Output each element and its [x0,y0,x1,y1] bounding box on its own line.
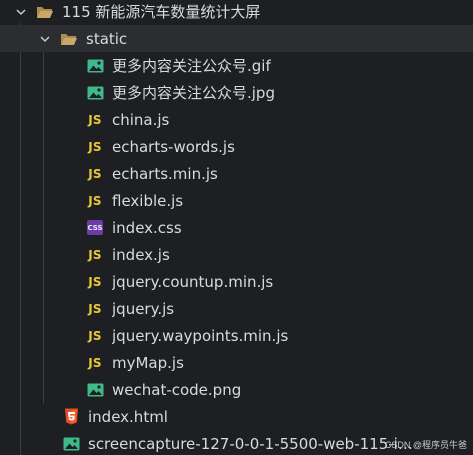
tree-item-label: screencapture-127-0-0-1-5500-web-115-ind… [88,434,420,453]
js-badge: JS [88,166,102,181]
tree-item-label: index.css [112,218,182,237]
tree-item-label: static [86,29,128,48]
tree-file[interactable]: JS jquery.waypoints.min.js [0,322,473,349]
image-icon [62,436,80,452]
tree-item-label: jquery.js [112,299,175,318]
js-icon: JS [86,328,104,344]
tree-folder-root[interactable]: 115 新能源汽车数量统计大屏 [0,0,473,25]
js-icon: JS [86,166,104,182]
tree-item-label: china.js [112,110,170,129]
js-icon: JS [86,355,104,371]
js-badge: JS [88,328,102,343]
js-badge: JS [88,274,102,289]
image-icon [86,382,104,398]
js-icon: JS [86,247,104,263]
tree-file[interactable]: wechat-code.png [0,376,473,403]
css-icon: CSS [86,220,104,236]
js-badge: JS [88,112,102,127]
file-explorer-tree: 115 新能源汽车数量统计大屏 static 更多内容关注公众号.gif 更多内… [0,0,473,455]
tree-item-label: wechat-code.png [112,380,242,399]
js-badge: JS [88,301,102,316]
tree-item-label: flexible.js [112,191,184,210]
tree-file[interactable]: JS echarts.min.js [0,160,473,187]
folder-open-icon [60,31,78,47]
tree-file[interactable]: JS myMap.js [0,349,473,376]
tree-file[interactable]: JS china.js [0,106,473,133]
folder-open-icon [36,4,54,20]
chevron-down-icon [14,5,28,19]
js-badge: JS [88,355,102,370]
tree-item-label: 115 新能源汽车数量统计大屏 [62,3,261,21]
image-icon [86,85,104,101]
tree-file[interactable]: index.html [0,403,473,430]
tree-item-label: index.js [112,245,170,264]
tree-file[interactable]: JS jquery.countup.min.js [0,268,473,295]
tree-file[interactable]: 更多内容关注公众号.jpg [0,79,473,106]
js-icon: JS [86,193,104,209]
js-icon: JS [86,301,104,317]
tree-item-label: jquery.waypoints.min.js [112,326,289,345]
js-badge: JS [88,139,102,154]
js-badge: JS [88,247,102,262]
tree-file[interactable]: JS jquery.js [0,295,473,322]
tree-item-label: echarts.min.js [112,164,218,183]
image-icon [86,58,104,74]
html5-icon [62,408,80,425]
chevron-down-icon [38,32,52,46]
csdn-watermark: CSDN @程序员牛爸 [384,440,467,450]
tree-file[interactable]: 更多内容关注公众号.gif [0,52,473,79]
tree-item-label: 更多内容关注公众号.gif [112,57,271,75]
tree-file[interactable]: JS flexible.js [0,187,473,214]
tree-item-label: echarts-words.js [112,137,235,156]
tree-file[interactable]: CSS index.css [0,214,473,241]
tree-file[interactable]: JS index.js [0,241,473,268]
tree-item-label: jquery.countup.min.js [112,272,274,291]
tree-item-label: 更多内容关注公众号.jpg [112,84,275,102]
tree-folder-static[interactable]: static [0,25,473,52]
tree-item-label: index.html [88,407,168,426]
tree-file[interactable]: JS echarts-words.js [0,133,473,160]
js-icon: JS [86,274,104,290]
js-icon: JS [86,112,104,128]
js-badge: JS [88,193,102,208]
tree-item-label: myMap.js [112,353,184,372]
css-badge: CSS [87,220,103,235]
js-icon: JS [86,139,104,155]
tree-file[interactable]: screencapture-127-0-0-1-5500-web-115-ind… [0,430,420,455]
